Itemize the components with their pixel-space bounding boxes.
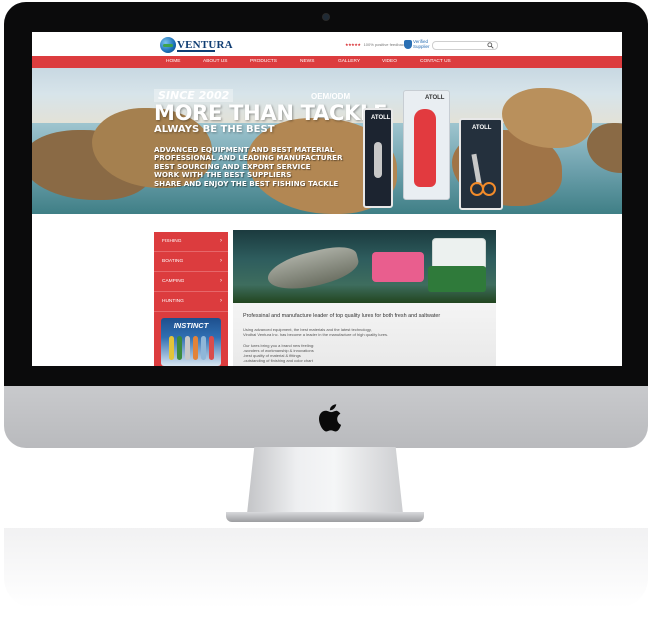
featured-product-image[interactable]: INSTINCT [161, 318, 221, 366]
about-title: Professinal and manufacture leader of to… [243, 313, 441, 319]
product-brand: ATOLL [472, 125, 492, 131]
camera-icon [323, 14, 329, 20]
nav-news[interactable]: NEWS [300, 56, 314, 68]
monitor-stand [246, 447, 404, 515]
monitor-reflection [4, 528, 648, 608]
banner-subheadline: ALWAYS BE THE BEST [154, 124, 275, 135]
lure-icon [177, 336, 182, 360]
nav-products[interactable]: PRODUCTS [250, 56, 277, 68]
supplier-line: Supplier [413, 44, 430, 49]
sidebar-item-label: HUNTING [162, 299, 184, 304]
banner-feature: SHARE AND ENJOY THE BEST FISHING TACKLE [154, 178, 339, 188]
lure-icon [193, 336, 198, 360]
lure-icon [201, 336, 206, 360]
logo-underline [177, 50, 215, 52]
lure-icon [185, 336, 190, 360]
main-nav: HOME ABOUT US PRODUCTS NEWS GALLERY VIDE… [32, 56, 622, 68]
chevron-right-icon: › [220, 278, 222, 284]
lure-icon [209, 336, 214, 360]
rating-text: 100% positive feedback [363, 42, 406, 47]
search-box [432, 41, 498, 50]
search-icon[interactable] [487, 42, 494, 49]
sidebar-item-hunting[interactable]: HUNTING › [154, 292, 228, 312]
fish-shape [264, 241, 362, 297]
green-tackle-box [428, 266, 486, 292]
about-paragraph-line: -outstanding of finishing and color char… [243, 358, 313, 363]
banner-feature-list: ADVANCED EQUIPMENT AND BEST MATERIAL PRO… [154, 145, 343, 188]
product-brand: ATOLL [425, 95, 445, 101]
scissors-handle [482, 182, 496, 196]
monitor-stand-base [226, 512, 424, 522]
chevron-right-icon: › [220, 258, 222, 264]
website-screen: VENTURA ★★★★★ 100% positive feedback Ver… [32, 32, 622, 366]
nav-home[interactable]: HOME [166, 56, 180, 68]
hero-banner: SINCE 2002 OEM/ODM MORE THAN TACKLE ALWA… [32, 68, 622, 214]
sidebar-item-boating[interactable]: BOATING › [154, 252, 228, 272]
site-header: VENTURA ★★★★★ 100% positive feedback Ver… [32, 32, 622, 56]
product-package-scissors: ATOLL [459, 118, 503, 210]
underwater-product-photo [233, 230, 496, 303]
sidebar-item-label: FISHING [162, 239, 182, 244]
about-paragraph-line: Vindhai Ventura Inc. has become a leader… [243, 332, 389, 337]
product-package-pliers: ATOLL [403, 90, 450, 200]
sidebar-item-label: BOATING [162, 259, 184, 264]
feedback-rating: ★★★★★ 100% positive feedback [345, 42, 406, 47]
verified-supplier-badge[interactable]: Verified Supplier [404, 38, 430, 52]
star-rating-icon: ★★★★★ [345, 42, 361, 47]
sidebar-item-fishing[interactable]: FISHING › [154, 232, 228, 252]
product-package-keyring: ATOLL [363, 108, 393, 208]
pliers-tool [414, 109, 436, 187]
globe-logo-icon [160, 37, 176, 53]
keyring-tool [374, 142, 382, 178]
banner-oem: OEM/ODM [311, 92, 351, 101]
pink-tackle-box [372, 252, 424, 282]
nav-about-us[interactable]: ABOUT US [203, 56, 227, 68]
nav-video[interactable]: VIDEO [382, 56, 397, 68]
apple-logo-icon [319, 404, 342, 432]
verified-text: Verified Supplier [413, 39, 430, 49]
product-brand: ATOLL [371, 115, 391, 121]
featured-product-title: INSTINCT [173, 321, 209, 330]
chevron-right-icon: › [220, 298, 222, 304]
about-section: Professinal and manufacture leader of to… [233, 303, 496, 366]
sidebar-item-label: CAMPING [162, 279, 185, 284]
banner-headline: MORE THAN TACKLE [154, 101, 388, 125]
nav-gallery[interactable]: GALLERY [338, 56, 360, 68]
lure-icon [169, 336, 174, 360]
shield-icon [404, 40, 412, 49]
category-sidebar: FISHING › BOATING › CAMPING › HUNTING › … [154, 232, 228, 366]
nav-contact-us[interactable]: CONTACT US [420, 56, 451, 68]
scissors-blade [471, 153, 482, 185]
chevron-right-icon: › [220, 238, 222, 244]
sidebar-item-camping[interactable]: CAMPING › [154, 272, 228, 292]
search-input[interactable] [435, 42, 481, 48]
site-logo[interactable]: VENTURA [160, 36, 233, 54]
